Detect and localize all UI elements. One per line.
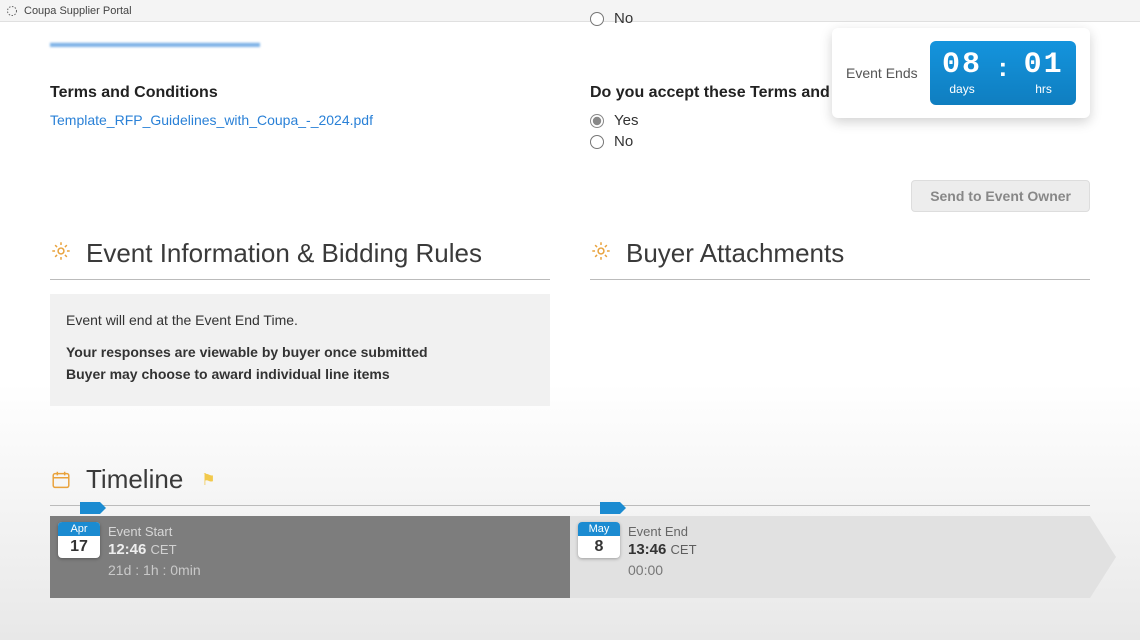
window-title: Coupa Supplier Portal xyxy=(24,5,132,17)
timeline-track: Apr 17 Event Start 12:46 CET 21d : 1h : … xyxy=(50,516,1090,608)
timeline-end-date-badge: May 8 xyxy=(578,522,620,558)
countdown-days-caption: days xyxy=(930,82,995,96)
terms-heading: Terms and Conditions xyxy=(50,84,550,102)
terms-radio-yes-input[interactable] xyxy=(590,114,604,128)
timeline-start-date-badge: Apr 17 xyxy=(58,522,100,558)
buyer-attachments-header: Buyer Attachments xyxy=(590,230,1090,280)
gear-icon xyxy=(590,240,612,267)
timeline-start-duration: 21d : 1h : 0min xyxy=(108,562,558,578)
previous-radio-no-input[interactable] xyxy=(590,12,604,26)
timeline-start-marker-icon xyxy=(80,502,100,514)
previous-file-link[interactable]: ▬▬▬▬▬▬▬▬▬▬▬▬▬▬▬ xyxy=(50,30,550,50)
timeline-arrow-icon xyxy=(1090,516,1116,598)
terms-file-link[interactable]: Template_RFP_Guidelines_with_Coupa_-_202… xyxy=(50,112,373,128)
countdown-separator: : xyxy=(994,52,1011,83)
timeline-end-segment: May 8 Event End 13:46 CET 00:00 xyxy=(570,516,1090,598)
timeline-end-duration: 00:00 xyxy=(628,562,1078,578)
timeline-end-month: May xyxy=(578,522,620,536)
event-info-box: Event will end at the Event End Time. Yo… xyxy=(50,294,550,406)
event-info-line2: Your responses are viewable by buyer onc… xyxy=(66,344,534,360)
timeline-end-marker-icon xyxy=(600,502,620,514)
timeline-start-day: 17 xyxy=(58,536,100,558)
event-info-title: Event Information & Bidding Rules xyxy=(86,238,482,269)
timeline-start-tz: CET xyxy=(151,542,177,557)
timeline-end-day: 8 xyxy=(578,536,620,558)
countdown-days-value: 08 xyxy=(930,50,995,80)
event-countdown-card: Event Ends 08 days : 01 hrs xyxy=(832,28,1090,118)
previous-question-radios: No xyxy=(590,10,1090,27)
calendar-icon xyxy=(50,469,72,491)
terms-radio-yes-label: Yes xyxy=(614,112,638,129)
previous-radio-no[interactable]: No xyxy=(590,10,1090,27)
timeline-start-segment: Apr 17 Event Start 12:46 CET 21d : 1h : … xyxy=(50,516,570,598)
app-icon xyxy=(6,5,18,17)
timeline-end-time: 13:46 xyxy=(628,541,666,558)
timeline-title: Timeline xyxy=(86,464,183,495)
timeline-start-month: Apr xyxy=(58,522,100,536)
timeline-end-tz: CET xyxy=(671,542,697,557)
countdown-timer: 08 days : 01 hrs xyxy=(930,41,1076,105)
terms-radio-no-label: No xyxy=(614,133,633,150)
timeline-start-time: 12:46 xyxy=(108,541,146,558)
timeline-end-title: Event End xyxy=(628,524,1078,539)
buyer-attachments-title: Buyer Attachments xyxy=(626,238,844,269)
terms-radio-no[interactable]: No xyxy=(590,133,1090,150)
terms-radio-no-input[interactable] xyxy=(590,135,604,149)
event-info-header: Event Information & Bidding Rules xyxy=(50,230,550,280)
flag-icon: ⚑ xyxy=(201,470,215,490)
countdown-hours-caption: hrs xyxy=(1011,82,1076,96)
timeline-header: Timeline ⚑ xyxy=(50,456,1090,506)
countdown-label: Event Ends xyxy=(846,65,918,81)
send-to-event-owner-button[interactable]: Send to Event Owner xyxy=(911,180,1090,212)
gear-icon xyxy=(50,240,72,267)
previous-radio-no-label: No xyxy=(614,10,633,27)
countdown-hours-value: 01 xyxy=(1011,50,1076,80)
timeline-start-title: Event Start xyxy=(108,524,558,539)
event-info-line1: Event will end at the Event End Time. xyxy=(66,312,534,328)
event-info-line3: Buyer may choose to award individual lin… xyxy=(66,366,534,382)
